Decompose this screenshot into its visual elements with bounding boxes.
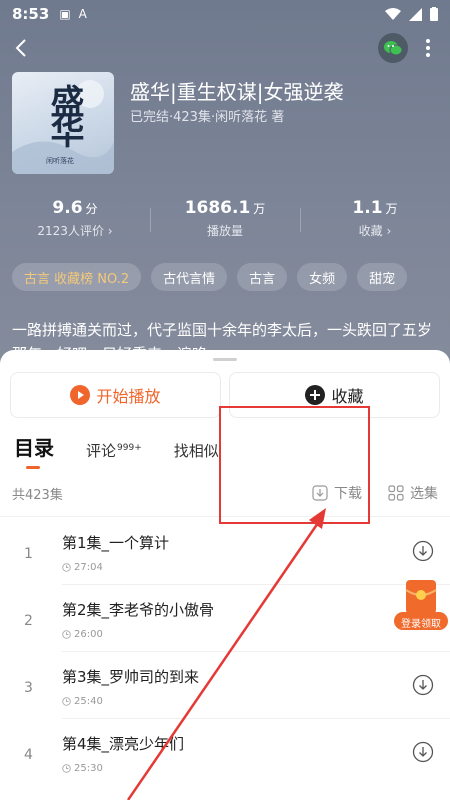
episode-index: 2 bbox=[24, 613, 33, 629]
episode-row[interactable]: 2 第2集_李老爷的小傲骨 26:00 bbox=[0, 585, 450, 652]
stats-row: 9.6 分 2123人评价 › 1686.1 万 播放量 1.1 万 收藏 › bbox=[0, 198, 450, 244]
tag-rank[interactable]: 古言 收藏榜 NO.2 bbox=[12, 263, 142, 291]
tag-item[interactable]: 古言 bbox=[237, 263, 288, 291]
clock-icon bbox=[62, 764, 71, 773]
book-meta: 已完结·423集·闲听落花 著 bbox=[130, 110, 285, 125]
tag-item[interactable]: 古代言情 bbox=[151, 263, 228, 291]
episode-duration: 27:04 bbox=[62, 562, 103, 573]
rating-stat[interactable]: 9.6 分 2123人评价 › bbox=[0, 198, 150, 244]
notification-icon: ▣ bbox=[59, 7, 71, 21]
plays-stat: 1686.1 万 播放量 bbox=[150, 198, 300, 244]
episode-duration: 25:40 bbox=[62, 696, 103, 707]
favorites-unit: 万 bbox=[385, 202, 398, 216]
book-title: 盛华|重生权谋|女强逆袭 bbox=[130, 80, 344, 104]
episode-duration-text: 26:00 bbox=[74, 629, 103, 640]
cover-title: 盛华 bbox=[44, 84, 84, 144]
gift-label: 登录领取 bbox=[401, 619, 441, 630]
chevron-right-icon: › bbox=[386, 224, 392, 238]
play-icon bbox=[70, 385, 91, 405]
episode-row[interactable]: 3 第3集_罗帅司的到来 25:40 bbox=[0, 652, 450, 719]
app-a-icon: A bbox=[78, 7, 87, 21]
download-circle-icon[interactable] bbox=[412, 674, 434, 696]
login-gift-widget[interactable]: 登录领取 bbox=[392, 578, 450, 632]
favorite-label: 收藏 bbox=[331, 387, 364, 406]
episode-row[interactable]: 4 第4集_漂亮少年们 25:30 bbox=[0, 719, 450, 786]
status-time: 8:53 bbox=[12, 5, 50, 23]
book-header: 8:53 ▣ A 盛华 闲听落花 盛华|重生权谋|女强逆袭 已完结·423集·闲… bbox=[0, 0, 450, 380]
plays-value: 1686.1 bbox=[184, 198, 251, 218]
tag-item[interactable]: 甜宠 bbox=[357, 263, 408, 291]
more-menu-icon[interactable] bbox=[420, 36, 436, 60]
tab-bar: 目录 评论999+ 找相似 bbox=[14, 432, 251, 469]
chevron-right-icon: › bbox=[107, 224, 113, 238]
top-bar bbox=[0, 30, 450, 66]
annotation-highlight-box bbox=[219, 406, 370, 524]
favorites-value: 1.1 bbox=[352, 198, 383, 218]
tab-similar[interactable]: 找相似 bbox=[174, 440, 219, 461]
signal-icon bbox=[409, 7, 422, 21]
episode-title: 第4集_漂亮少年们 bbox=[62, 735, 185, 753]
episode-duration: 25:30 bbox=[62, 763, 103, 774]
download-circle-icon[interactable] bbox=[412, 741, 434, 763]
play-label: 开始播放 bbox=[96, 387, 161, 406]
tab-catalog-label: 目录 bbox=[14, 436, 54, 460]
tag-list: 古言 收藏榜 NO.2 古代言情 古言 女频 甜宠 bbox=[12, 263, 408, 291]
description-line: 一路拼搏通关而过，代子监国十余年的李太后，一头跌回了五岁 bbox=[12, 321, 433, 339]
book-cover[interactable]: 盛华 闲听落花 bbox=[12, 72, 114, 174]
wifi-icon bbox=[385, 8, 401, 20]
sheet-handle[interactable] bbox=[213, 358, 237, 361]
episode-row[interactable]: 1 第1集_一个算计 27:04 bbox=[0, 518, 450, 585]
rating-label: 2123人评价 bbox=[37, 224, 104, 238]
episode-duration-text: 25:30 bbox=[74, 763, 103, 774]
episode-total: 共423集 bbox=[12, 487, 63, 503]
download-circle-icon[interactable] bbox=[412, 540, 434, 562]
tab-comments-label: 评论 bbox=[86, 442, 117, 460]
plays-unit: 万 bbox=[253, 202, 266, 216]
rating-unit: 分 bbox=[85, 202, 98, 216]
select-episodes-button[interactable]: 选集 bbox=[388, 483, 438, 503]
comments-count-badge: 999+ bbox=[117, 443, 142, 453]
clock-icon bbox=[62, 630, 71, 639]
select-label: 选集 bbox=[410, 486, 438, 502]
plays-label: 播放量 bbox=[206, 224, 243, 238]
plus-circle-icon bbox=[305, 385, 326, 405]
rating-value: 9.6 bbox=[52, 198, 83, 218]
clock-icon bbox=[62, 563, 71, 572]
episode-title: 第3集_罗帅司的到来 bbox=[62, 668, 200, 686]
play-button[interactable]: 开始播放 bbox=[10, 372, 221, 418]
cover-author: 闲听落花 bbox=[46, 157, 74, 165]
favorites-label: 收藏 bbox=[358, 224, 383, 238]
tab-active-indicator bbox=[26, 466, 40, 469]
grid-icon bbox=[388, 485, 404, 501]
episode-duration-text: 25:40 bbox=[74, 696, 103, 707]
back-icon[interactable] bbox=[14, 36, 38, 60]
episode-index: 4 bbox=[24, 747, 33, 763]
episode-title: 第1集_一个算计 bbox=[62, 534, 170, 552]
clock-icon bbox=[62, 697, 71, 706]
status-bar: 8:53 ▣ A bbox=[0, 0, 450, 28]
favorites-stat[interactable]: 1.1 万 收藏 › bbox=[300, 198, 450, 244]
episode-index: 3 bbox=[24, 680, 33, 696]
battery-icon bbox=[430, 7, 438, 21]
episode-index: 1 bbox=[24, 546, 33, 562]
episode-duration: 26:00 bbox=[62, 629, 103, 640]
episode-title: 第2集_李老爷的小傲骨 bbox=[62, 601, 215, 619]
tag-item[interactable]: 女频 bbox=[297, 263, 348, 291]
wechat-share-icon[interactable] bbox=[378, 33, 408, 63]
episode-duration-text: 27:04 bbox=[74, 562, 103, 573]
tab-catalog[interactable]: 目录 bbox=[14, 432, 54, 469]
tab-comments[interactable]: 评论999+ bbox=[86, 440, 142, 461]
